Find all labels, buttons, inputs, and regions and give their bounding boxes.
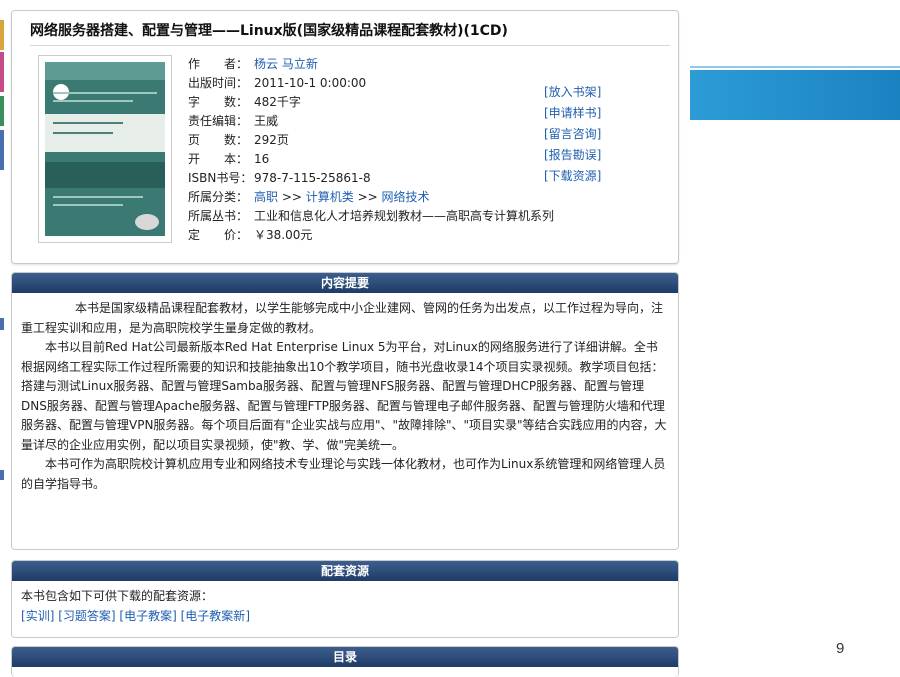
book-info-card: 网络服务器搭建、配置与管理——Linux版(国家级精品课程配套教材)(1CD) … <box>11 10 679 264</box>
strip-segment <box>0 52 4 92</box>
add-to-shelf-link[interactable]: [放入书架] <box>544 82 601 103</box>
summary-paragraph: 本书可作为高职院校计算机应用专业和网络技术专业理论与实践一体化教材，也可作为Li… <box>21 457 666 491</box>
detail-series: 所属丛书： 工业和信息化人才培养规划教材——高职高专计算机系列 <box>188 209 555 223</box>
request-sample-link[interactable]: [申请样书] <box>544 103 601 124</box>
strip-segment <box>0 318 4 330</box>
resource-link-lecture-notes[interactable]: 电子教案 <box>124 609 172 623</box>
strip-segment <box>0 470 4 480</box>
resource-links: [实训] [习题答案] [电子教案] [电子教案新] <box>21 608 250 623</box>
strip-segment <box>0 96 4 126</box>
toc-header: 目录 <box>12 647 678 667</box>
category-link-network[interactable]: 网络技术 <box>382 190 430 204</box>
detail-author: 作 者： 杨云 马立新 <box>188 57 318 71</box>
resources-intro: 本书包含如下可供下载的配套资源： <box>21 589 214 603</box>
summary-section: 内容提要 本书是国家级精品课程配套教材，以学生能够完成中小企业建网、管网的任务为… <box>11 272 679 550</box>
report-errata-link[interactable]: [报告勘误] <box>544 145 601 166</box>
strip-segment <box>0 130 4 170</box>
slide-accent-line <box>690 66 900 68</box>
book-title: 网络服务器搭建、配置与管理——Linux版(国家级精品课程配套教材)(1CD) <box>30 20 670 46</box>
book-actions: [放入书架] [申请样书] [留言咨询] [报告勘误] [下载资源] <box>544 82 601 187</box>
left-edge-strip <box>0 0 4 675</box>
resource-link-exercise-answers[interactable]: 习题答案 <box>63 609 111 623</box>
resources-header: 配套资源 <box>12 561 678 581</box>
book-cover-frame[interactable] <box>38 55 172 243</box>
resource-link-lecture-notes-new[interactable]: 电子教案新 <box>185 609 245 623</box>
book-cover-image <box>45 62 165 236</box>
slide-page-number: 9 <box>836 640 845 657</box>
summary-header: 内容提要 <box>12 273 678 293</box>
resource-link-training[interactable]: 实训 <box>26 609 50 623</box>
resources-section: 配套资源 本书包含如下可供下载的配套资源： [实训] [习题答案] [电子教案]… <box>11 560 679 638</box>
slide-accent-band <box>690 70 900 120</box>
category-link-vocational[interactable]: 高职 <box>254 190 278 204</box>
summary-paragraph: 本书是国家级精品课程配套教材，以学生能够完成中小企业建网、管网的任务为出发点，以… <box>21 301 664 335</box>
download-resources-link[interactable]: [下载资源] <box>544 166 601 187</box>
summary-body: 本书是国家级精品课程配套教材，以学生能够完成中小企业建网、管网的任务为出发点，以… <box>12 293 678 500</box>
detail-price: 定 价： ￥38.00元 <box>188 228 313 242</box>
strip-segment <box>0 20 4 50</box>
category-link-computer[interactable]: 计算机类 <box>306 190 354 204</box>
toc-section: 目录 <box>11 646 679 677</box>
detail-category: 所属分类： 高职 >> 计算机类 >> 网络技术 <box>188 190 430 204</box>
author-link[interactable]: 杨云 马立新 <box>254 57 318 71</box>
leave-message-link[interactable]: [留言咨询] <box>544 124 601 145</box>
resources-body: 本书包含如下可供下载的配套资源： [实训] [习题答案] [电子教案] [电子教… <box>12 581 678 632</box>
summary-paragraph: 本书以目前Red Hat公司最新版本Red Hat Enterprise Lin… <box>21 340 667 452</box>
